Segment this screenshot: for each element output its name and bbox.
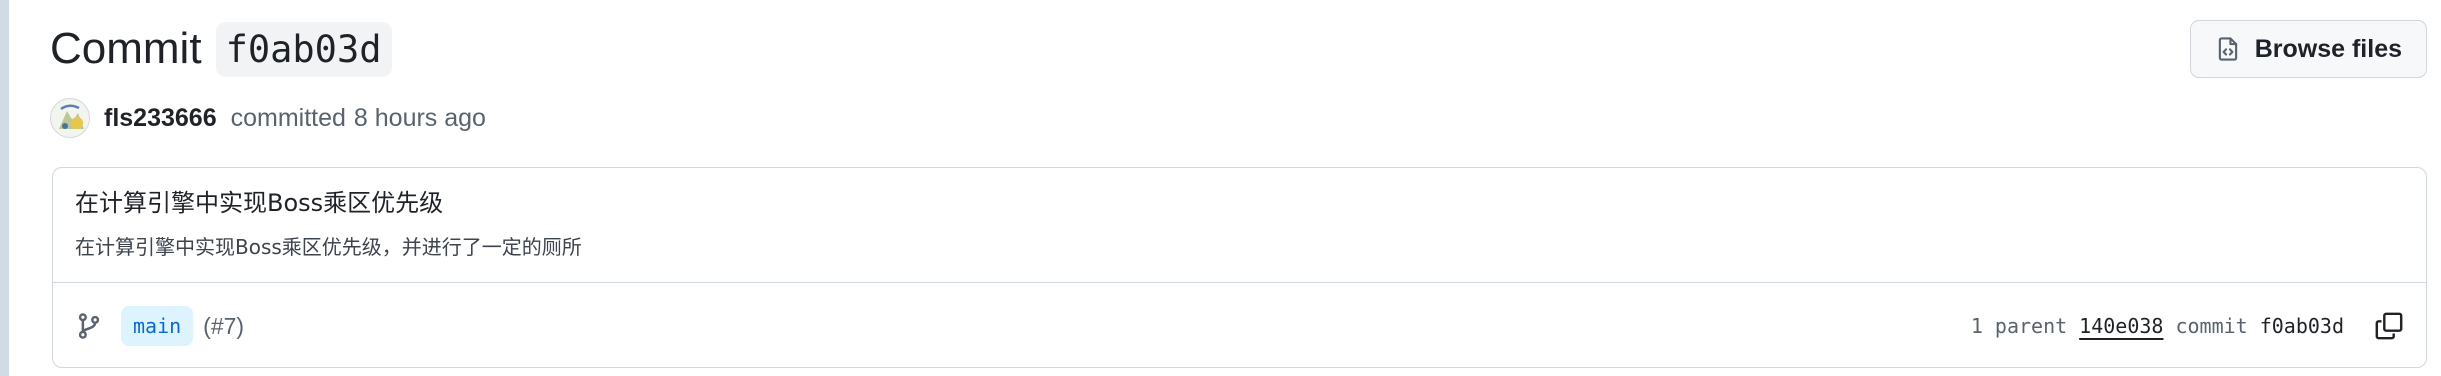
file-code-icon — [2215, 36, 2241, 62]
parent-sha-link[interactable]: 140e038 — [2079, 314, 2163, 338]
pull-request-ref[interactable]: (#7) — [203, 313, 244, 340]
git-branch-icon — [75, 312, 103, 340]
commit-parents-info: 1 parent 140e038 commit f0ab03d — [1971, 311, 2404, 341]
commit-action-text: committed — [230, 103, 346, 132]
commit-message-title: 在计算引擎中实现Boss乘区优先级 — [75, 189, 444, 217]
commit-message-body: 在计算引擎中实现Boss乘区优先级 在计算引擎中实现Boss乘区优先级，并进行了… — [53, 168, 2426, 282]
left-rail — [0, 0, 9, 376]
commit-message-description: 在计算引擎中实现Boss乘区优先级，并进行了一定的厕所 — [75, 235, 582, 259]
page-title-label: Commit — [50, 24, 202, 73]
commit-label: commit — [2175, 314, 2248, 338]
commit-sha-text: f0ab03d — [2259, 314, 2344, 338]
commit-card-footer: main (#7) 1 parent 140e038 commit f0ab03… — [53, 283, 2426, 369]
copy-icon — [2374, 311, 2404, 341]
copy-sha-button[interactable] — [2374, 311, 2404, 341]
parent-count-label: 1 parent — [1970, 314, 2068, 338]
commit-message-card: 在计算引擎中实现Boss乘区优先级 在计算引擎中实现Boss乘区优先级，并进行了… — [52, 167, 2427, 368]
branch-info: main (#7) — [75, 306, 244, 346]
author-row: fls233666 committed 8 hours ago — [50, 98, 486, 138]
commit-header: Commit f0ab03d Browse files — [50, 14, 2427, 84]
author-name-link[interactable]: fls233666 — [104, 104, 217, 133]
commit-sha-badge: f0ab03d — [215, 21, 392, 77]
branch-link-main[interactable]: main — [121, 306, 194, 346]
avatar[interactable] — [50, 98, 90, 138]
page-title: Commit f0ab03d — [50, 21, 392, 77]
browse-files-button[interactable]: Browse files — [2189, 20, 2427, 78]
browse-files-label: Browse files — [2254, 34, 2402, 63]
commit-relative-time: 8 hours ago — [353, 103, 486, 132]
